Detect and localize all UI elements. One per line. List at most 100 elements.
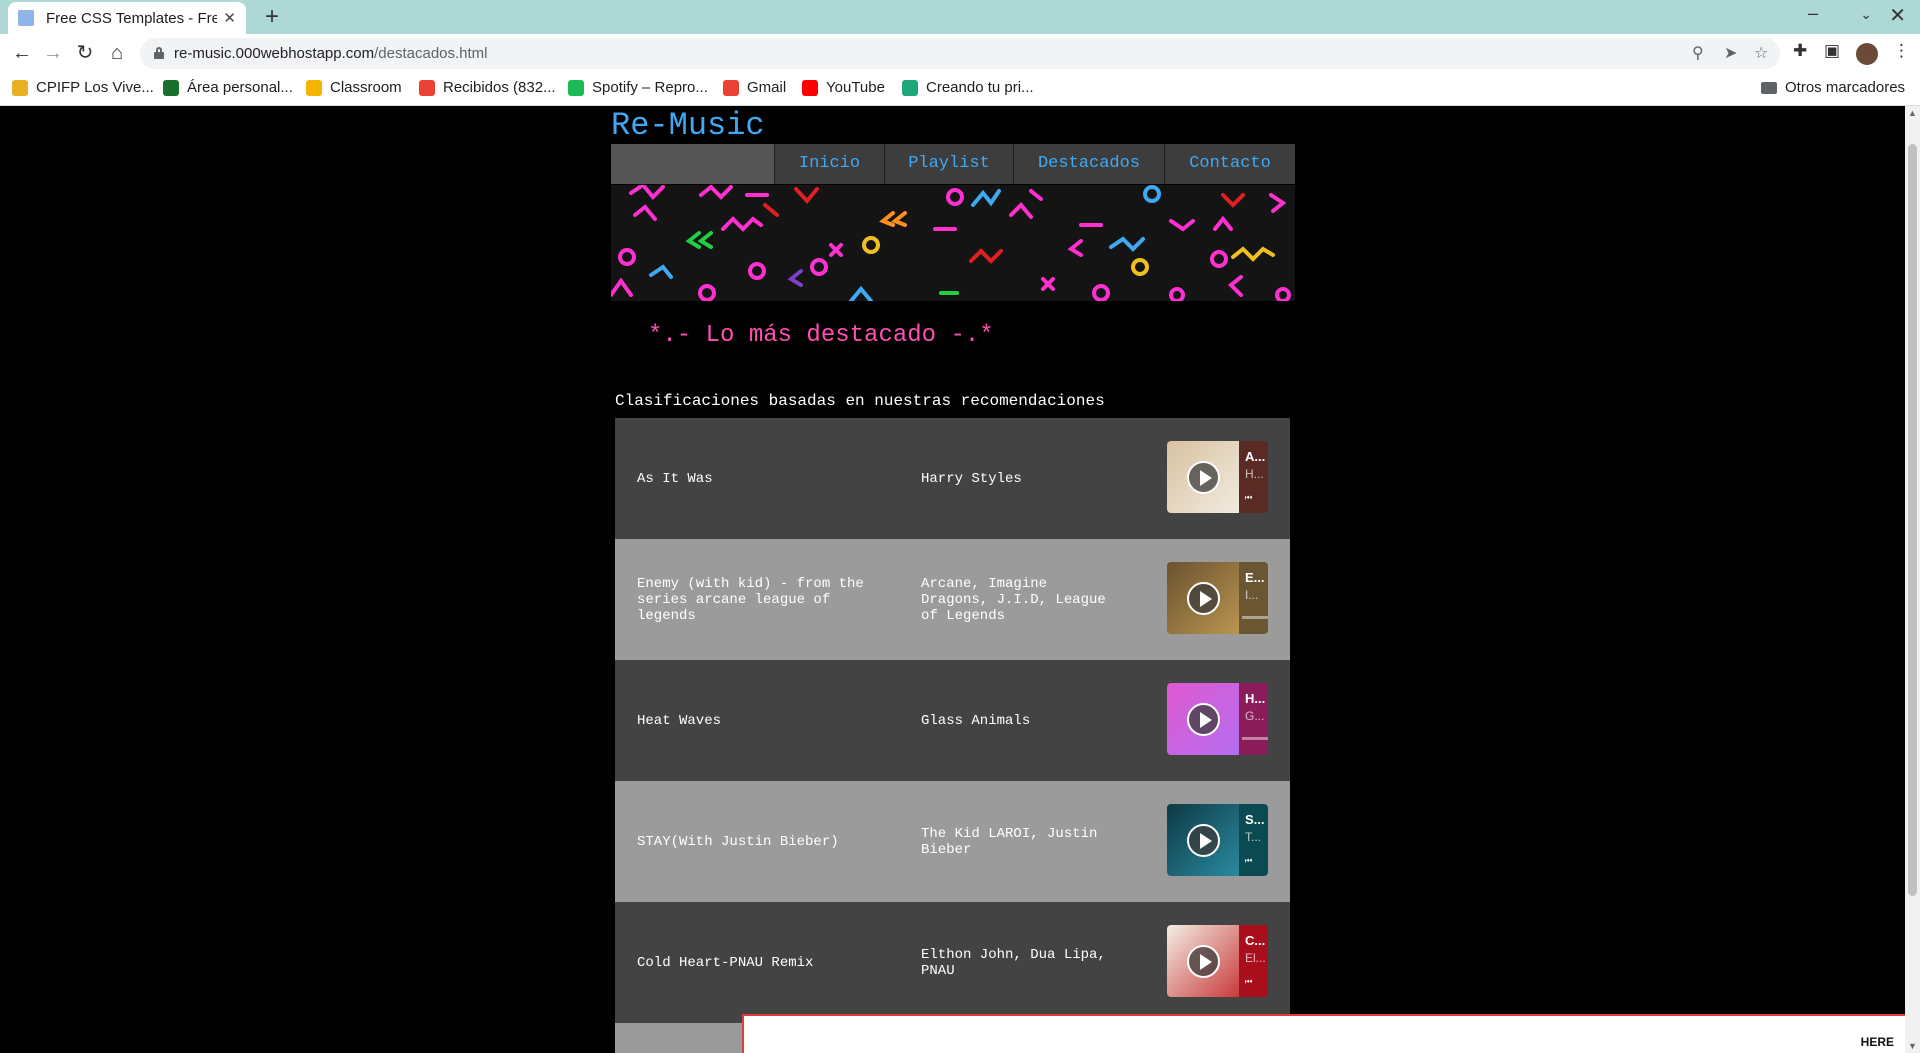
table-row: Enemy (with kid) - from the series arcan… [615,539,1290,660]
player-info: S... T... ⏮ [1239,804,1268,876]
play-icon[interactable] [1187,824,1220,857]
new-tab-button[interactable]: + [259,4,285,30]
minimize-icon[interactable]: – [1808,3,1818,24]
bookmark-item[interactable]: Creando tu pri... [902,79,1034,96]
player-title: A... [1245,449,1266,464]
nav-inicio[interactable]: Inicio [774,144,884,184]
bookmark-item[interactable]: Área personal... [163,79,293,96]
bookmark-label: CPIFP Los Vive... [36,79,154,96]
bookmark-label: Recibidos (832... [443,79,556,96]
home-icon[interactable]: ⌂ [105,41,129,65]
site-logo[interactable]: Re-Music [611,107,765,144]
player-title: E... [1245,570,1265,585]
bookmark-label: Creando tu pri... [926,79,1034,96]
cookie-here-link[interactable]: HERE [1861,1035,1894,1049]
bookmark-item[interactable]: YouTube [802,79,885,96]
section-title: *.- Lo más destacado -.* [648,322,994,349]
spotify-player[interactable]: E... I... [1167,562,1268,634]
window-close-icon[interactable]: ✕ [1889,3,1906,28]
banner-image [611,185,1295,301]
bookmark-label: Spotify – Repro... [592,79,708,96]
bookmark-item[interactable]: Gmail [723,79,786,96]
previous-icon[interactable]: ⏮ [1245,977,1252,987]
player-artist: T... [1245,830,1262,844]
track-title: Cold Heart-PNAU Remix [637,954,814,971]
nav-contacto[interactable]: Contacto [1164,144,1295,184]
browser-tab[interactable]: Free CSS Templates - Free CSS ✕ [8,2,246,34]
page-viewport: Re-Music Inicio Playlist Destacados Cont… [0,106,1920,1053]
send-icon[interactable]: ➤ [1724,43,1737,63]
main-nav: Inicio Playlist Destacados Contacto [611,144,1295,184]
nav-spacer [611,144,774,184]
page-scrollbar[interactable]: ▲ ▼ [1905,106,1920,1053]
rankings-table: As It Was Harry Styles A... H... ⏮ Enemy… [615,418,1290,1053]
bookmark-favicon-icon [12,79,28,96]
forward-arrow-icon[interactable]: → [41,41,65,65]
back-arrow-icon[interactable]: ← [10,41,34,65]
player-artist: I... [1245,588,1259,602]
tab-favicon-icon [18,10,34,26]
lock-icon [154,47,164,59]
close-icon[interactable]: ✕ [223,9,236,27]
previous-icon[interactable]: ⏮ [1245,856,1252,866]
reload-icon[interactable]: ↻ [73,41,97,65]
bookmark-item[interactable]: Recibidos (832... [419,79,556,96]
track-title: Enemy (with kid) - from the series arcan… [637,575,864,624]
bookmark-favicon-icon [306,79,322,96]
table-caption: Clasificaciones basadas en nuestras reco… [615,392,1105,410]
zoom-icon[interactable]: ⚲ [1692,43,1704,63]
other-bookmarks-label: Otros marcadores [1785,79,1906,96]
bookmark-item[interactable]: Classroom [306,79,402,96]
previous-icon[interactable]: ⏮ [1245,493,1252,503]
bookmark-favicon-icon [419,79,435,96]
chevron-down-icon[interactable]: ⌄ [1860,6,1872,23]
avatar[interactable] [1856,43,1878,65]
spotify-player[interactable]: H... G... [1167,683,1268,755]
bookmark-favicon-icon [723,79,739,96]
track-title: STAY(With Justin Bieber) [637,833,839,850]
play-icon[interactable] [1187,461,1220,494]
bookmark-favicon-icon [163,79,179,96]
scroll-up-icon[interactable]: ▲ [1908,108,1917,118]
url-path: /destacados.html [374,45,488,62]
tab-strip: Free CSS Templates - Free CSS ✕ + ⌄ – ✕ [0,0,1920,34]
track-artist: The Kid LAROI, Justin Bieber [921,825,1098,858]
play-icon[interactable] [1187,945,1220,978]
bookmark-item[interactable]: CPIFP Los Vive... [12,79,154,96]
table-row: Heat Waves Glass Animals H... G... [615,660,1290,781]
bookmark-label: Gmail [747,79,787,96]
star-icon[interactable]: ☆ [1754,43,1768,63]
progress-bar[interactable] [1242,737,1268,740]
bookmark-label: Classroom [330,79,402,96]
nav-destacados[interactable]: Destacados [1013,144,1164,184]
player-info: A... H... ⏮ [1239,441,1268,513]
other-bookmarks[interactable]: Otros marcadores [1761,79,1905,96]
scroll-down-icon[interactable]: ▼ [1908,1041,1917,1051]
progress-bar[interactable] [1242,616,1268,619]
table-row: STAY(With Justin Bieber) The Kid LAROI, … [615,781,1290,902]
extensions-icon[interactable]: ✚ [1793,41,1807,61]
spotify-player[interactable]: A... H... ⏮ [1167,441,1268,513]
player-artist: G... [1245,709,1265,723]
track-artist: Arcane, Imagine Dragons, J.I.D, League o… [921,575,1106,624]
track-artist: Elthon John, Dua Lipa, PNAU [921,946,1106,979]
player-info: C... El... ⏮ [1239,925,1268,997]
player-info: H... G... [1239,683,1268,755]
kebab-menu-icon[interactable]: ⋮ [1893,41,1910,61]
spotify-player[interactable]: S... T... ⏮ [1167,804,1268,876]
player-title: H... [1245,691,1266,706]
spotify-player[interactable]: C... El... ⏮ [1167,925,1268,997]
side-panel-icon[interactable]: ▣ [1824,41,1840,61]
player-artist: H... [1245,467,1264,481]
play-icon[interactable] [1187,703,1220,736]
player-info: E... I... [1239,562,1268,634]
play-icon[interactable] [1187,582,1220,615]
scrollbar-thumb[interactable] [1908,144,1917,896]
track-artist: Harry Styles [921,470,1022,487]
bookmark-item[interactable]: Spotify – Repro... [568,79,708,96]
memphis-pattern-image [611,185,1291,301]
table-row: As It Was Harry Styles A... H... ⏮ [615,418,1290,539]
address-bar[interactable]: re-music.000webhostapp.com/destacados.ht… [140,38,1780,69]
nav-playlist[interactable]: Playlist [884,144,1013,184]
folder-icon [1761,81,1777,94]
